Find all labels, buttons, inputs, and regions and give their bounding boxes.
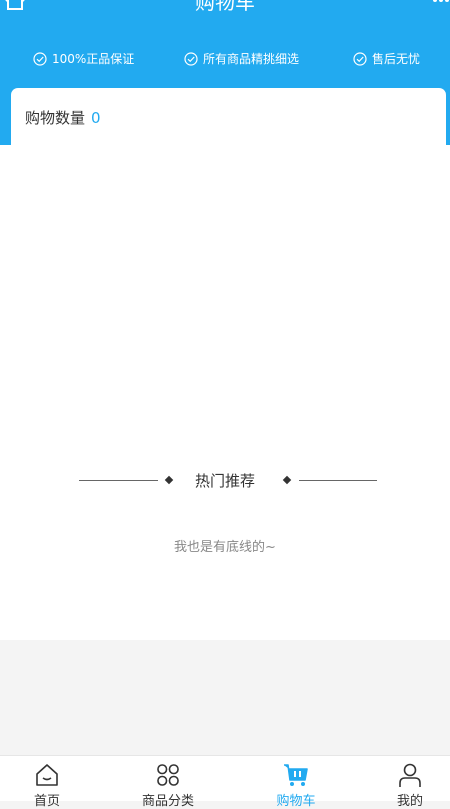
cart-count-label: 购物数量 — [25, 109, 86, 127]
guarantee-label: 所有商品精挑细选 — [203, 52, 300, 66]
recommend-divider: 热门推荐 — [0, 470, 450, 492]
user-icon — [399, 763, 421, 787]
tab-category[interactable]: 商品分类 — [112, 762, 224, 809]
check-circle-icon — [184, 51, 198, 66]
check-circle-icon — [33, 51, 47, 66]
cart-icon — [284, 764, 308, 786]
guarantee-label: 100%正品保证 — [52, 52, 135, 66]
tab-bar: 首页 商品分类 购物车 我的 — [0, 755, 450, 809]
home-icon — [36, 764, 58, 786]
end-of-list-text: 我也是有底线的~ — [174, 540, 276, 555]
category-grid-icon — [157, 764, 179, 786]
more-icon[interactable] — [432, 0, 450, 11]
guarantee-item: 售后无忧 — [353, 50, 420, 67]
page-title: 购物车 — [195, 0, 255, 14]
tab-home[interactable]: 首页 — [0, 762, 103, 809]
header: 购物车 100%正品保证 所有商品精挑细选 售后无忧 购物数量 0 — [0, 0, 450, 145]
cart-content — [0, 145, 450, 640]
guarantee-bar: 100%正品保证 所有商品精挑细选 售后无忧 — [0, 50, 450, 70]
tab-profile[interactable]: 我的 — [354, 762, 450, 809]
cart-count-card: 购物数量 0 — [11, 88, 446, 145]
divider-line-right — [299, 480, 377, 481]
cart-count-value: 0 — [91, 109, 101, 127]
guarantee-item: 所有商品精挑细选 — [184, 50, 299, 67]
tab-cart[interactable]: 购物车 — [240, 762, 352, 809]
guarantee-label: 售后无忧 — [372, 52, 421, 66]
recommend-title: 热门推荐 — [194, 472, 255, 490]
cart-count: 购物数量 0 — [25, 107, 101, 128]
guarantee-item: 100%正品保证 — [33, 50, 134, 67]
check-circle-icon — [353, 51, 367, 66]
